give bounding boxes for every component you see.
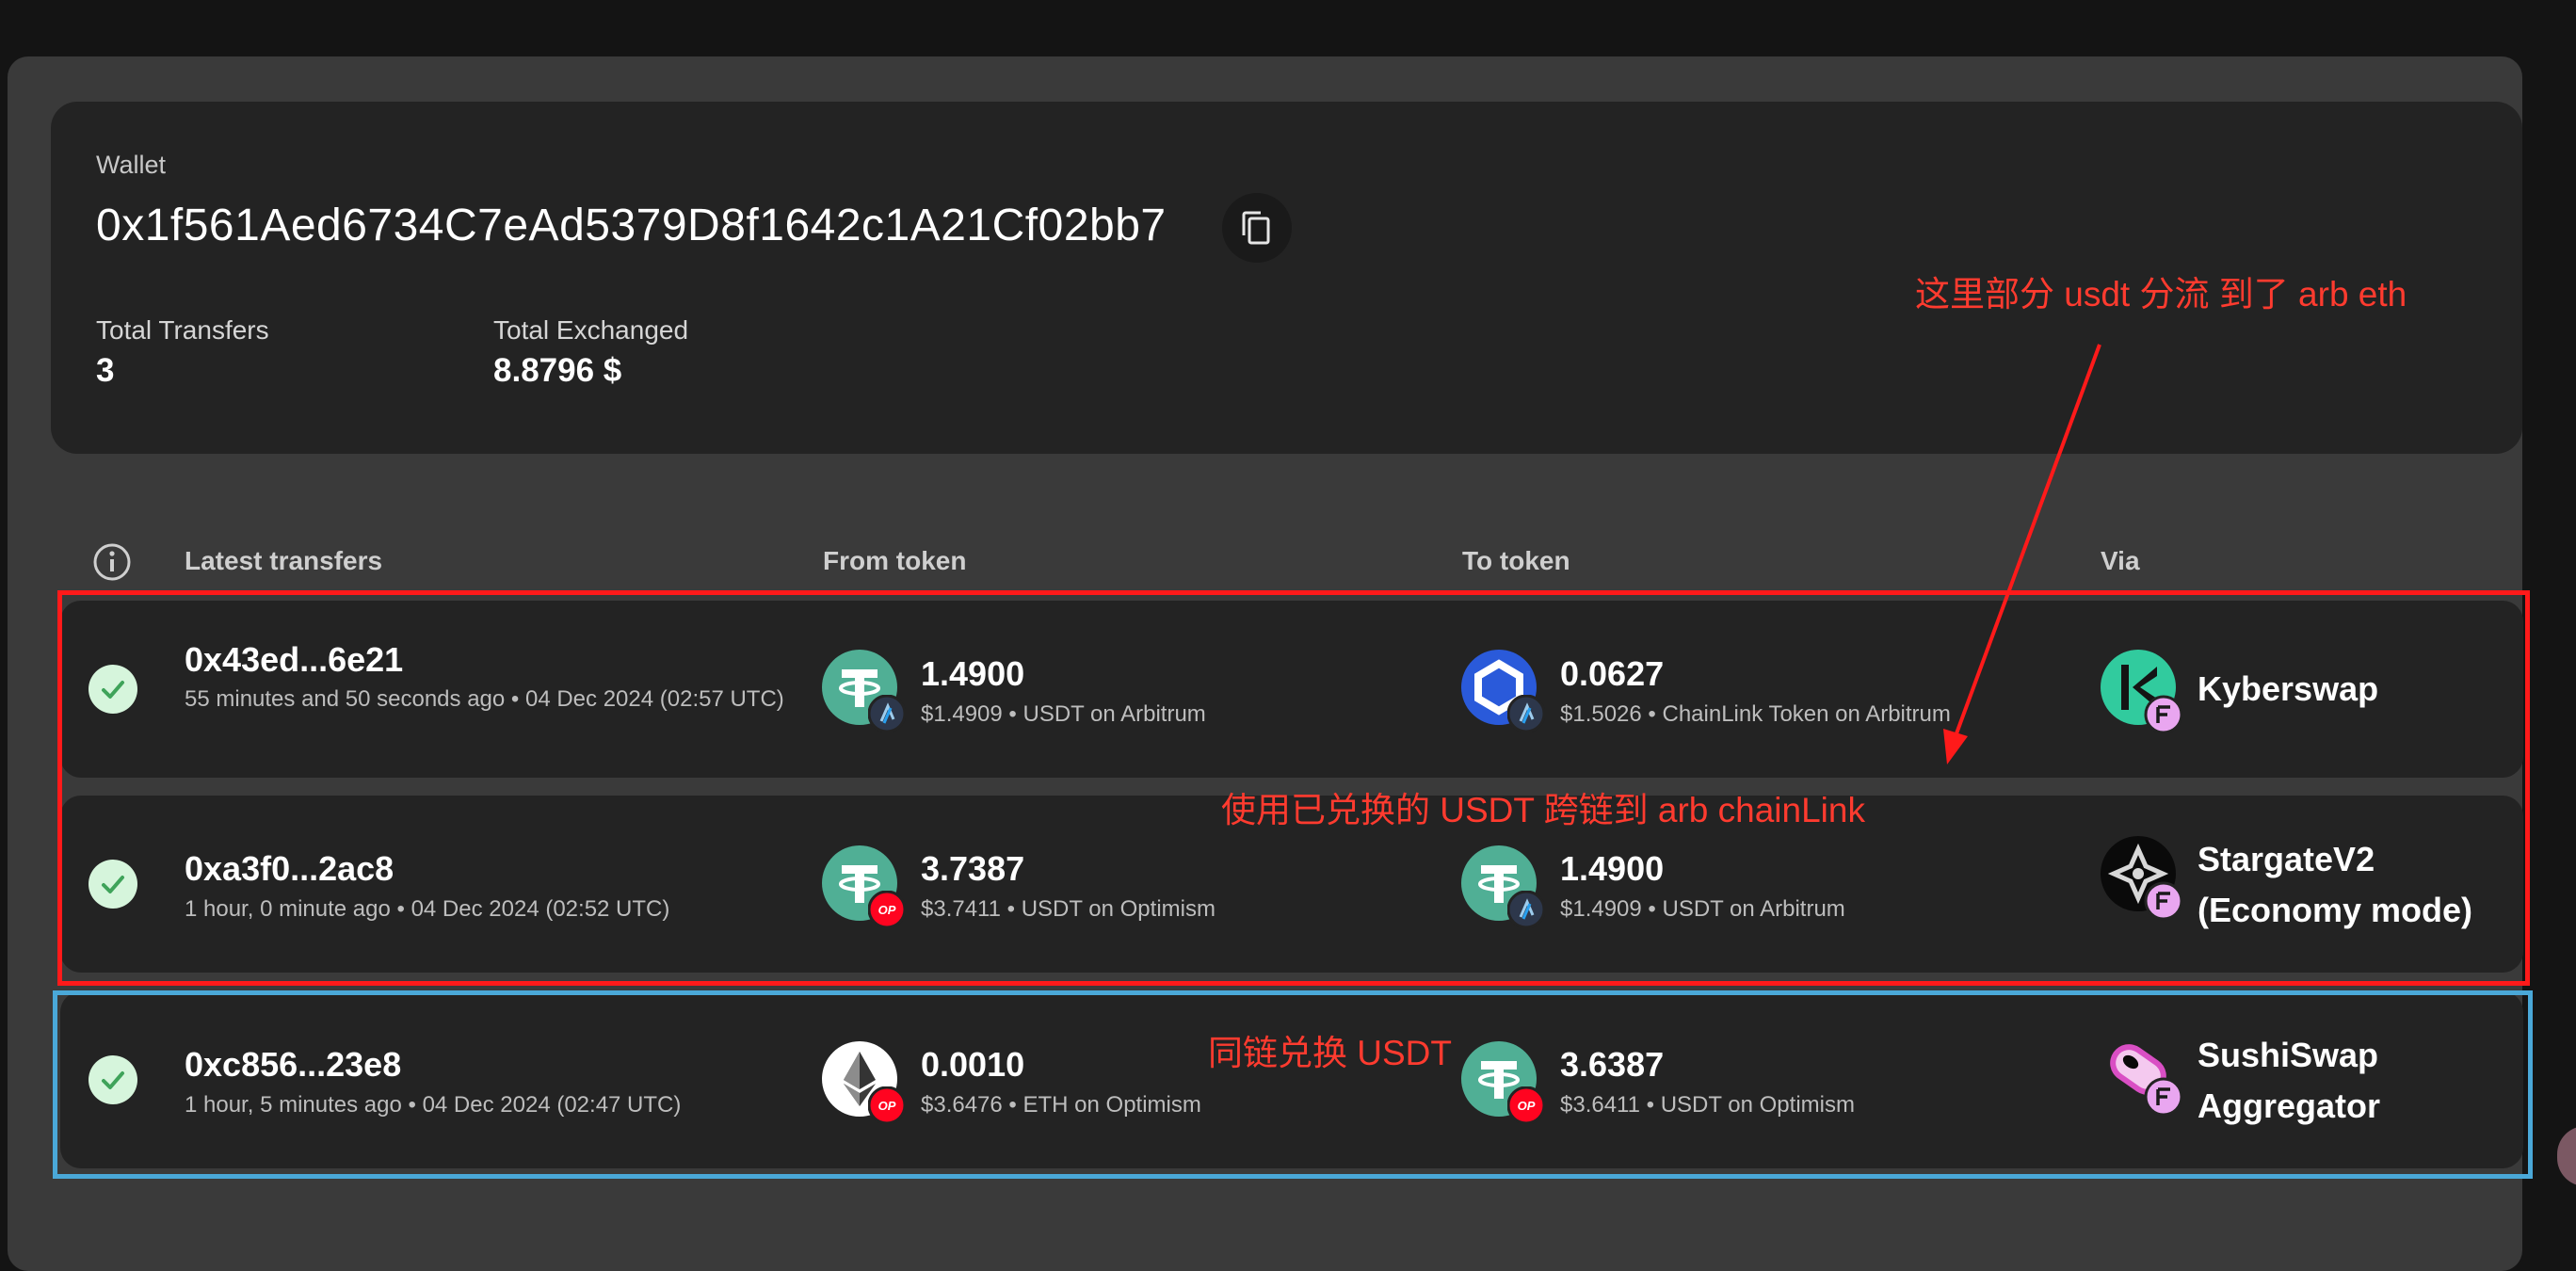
copy-address-button[interactable] (1222, 193, 1292, 263)
header-latest-transfers: Latest transfers (185, 546, 383, 575)
floating-widget[interactable] (2557, 1126, 2576, 1186)
annotation-arb-eth: 这里部分 usdt 分流 到了 arb eth (1915, 275, 2407, 314)
total-transfers-label: Total Transfers (96, 315, 269, 345)
info-icon[interactable] (92, 542, 132, 582)
wallet-label: Wallet (96, 151, 167, 179)
total-exchanged-value: 8.8796 $ (493, 352, 622, 389)
blue-annotation-box (53, 990, 2533, 1179)
total-transfers-value: 3 (96, 352, 115, 389)
header-from-token: From token (823, 546, 967, 575)
annotation-cross-chain: 使用已兑换的 USDT 跨链到 arb chainLink (1221, 791, 1865, 829)
total-exchanged-label: Total Exchanged (493, 315, 689, 345)
annotation-arrow (1943, 344, 2101, 764)
copy-icon (1242, 211, 1270, 245)
annotation-same-chain: 同链兑换 USDT (1208, 1034, 1452, 1072)
header-to-token: To token (1462, 546, 1570, 575)
wallet-address: 0x1f561Aed6734C7eAd5379D8f1642c1A21Cf02b… (96, 201, 1167, 250)
